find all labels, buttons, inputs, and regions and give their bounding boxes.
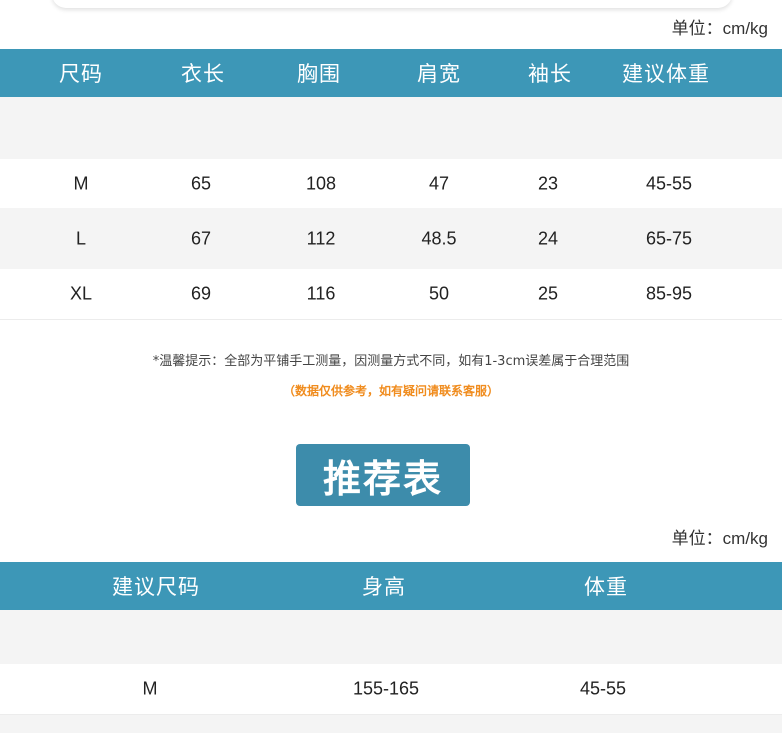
table-row: M 155-165 45-55 xyxy=(0,664,782,715)
recommend-title: 推荐表 xyxy=(296,444,470,506)
cell-sleeve: 23 xyxy=(537,173,559,193)
cell-suggested-size: M xyxy=(142,678,158,699)
cell-chest: 108 xyxy=(305,173,337,193)
cell-chest: 112 xyxy=(306,228,336,248)
spacer-band xyxy=(0,610,782,664)
reference-note: （数据仅供参考，如有疑问请联系客服） xyxy=(282,384,499,398)
size-table-header: 尺码 衣长 胸围 肩宽 袖长 建议体重 xyxy=(0,49,782,97)
cell-weight: 85-95 xyxy=(645,283,693,304)
cell-length: 69 xyxy=(190,283,212,304)
cell-sleeve: 24 xyxy=(537,228,559,248)
header-height: 身高 xyxy=(362,575,406,599)
cell-size: L xyxy=(75,228,87,248)
cell-sleeve: 25 xyxy=(537,283,559,304)
header-shoulder: 肩宽 xyxy=(417,62,461,86)
header-weight: 建议体重 xyxy=(622,62,710,86)
spacer-band xyxy=(0,97,782,159)
cell-size: M xyxy=(73,173,89,193)
cell-shoulder: 47 xyxy=(428,173,450,193)
cell-weight: 65-75 xyxy=(645,228,693,248)
header-suggested-size: 建议尺码 xyxy=(112,575,200,599)
table-row: M 65 108 47 23 45-55 xyxy=(0,159,782,209)
table-row: L 67 112 48.5 24 65-75 xyxy=(0,208,782,270)
measurement-tip: *温馨提示：全部为平铺手工测量，因测量方式不同，如有1-3cm误差属于合理范围 xyxy=(152,354,630,369)
table-row: XL 69 116 50 25 85-95 xyxy=(0,269,782,320)
cell-shoulder: 50 xyxy=(428,283,450,304)
cell-length: 65 xyxy=(190,173,212,193)
header-size: 尺码 xyxy=(59,62,103,86)
unit-label: 单位：cm/kg xyxy=(671,529,768,548)
header-length: 衣长 xyxy=(181,62,225,86)
header-chest: 胸围 xyxy=(297,62,341,86)
top-card-edge xyxy=(52,0,732,8)
header-weight: 体重 xyxy=(584,575,628,599)
cell-shoulder: 48.5 xyxy=(421,228,457,248)
cell-weight: 45-55 xyxy=(645,173,693,193)
header-sleeve: 袖长 xyxy=(528,62,572,86)
cell-height: 155-165 xyxy=(352,678,420,699)
spacer-band xyxy=(0,715,782,733)
unit-label: 单位：cm/kg xyxy=(671,19,768,38)
cell-size: XL xyxy=(69,283,93,304)
cell-length: 67 xyxy=(190,228,212,248)
cell-weight: 45-55 xyxy=(579,678,627,699)
cell-chest: 116 xyxy=(306,283,336,304)
recommend-table-header: 建议尺码 身高 体重 xyxy=(0,562,782,610)
